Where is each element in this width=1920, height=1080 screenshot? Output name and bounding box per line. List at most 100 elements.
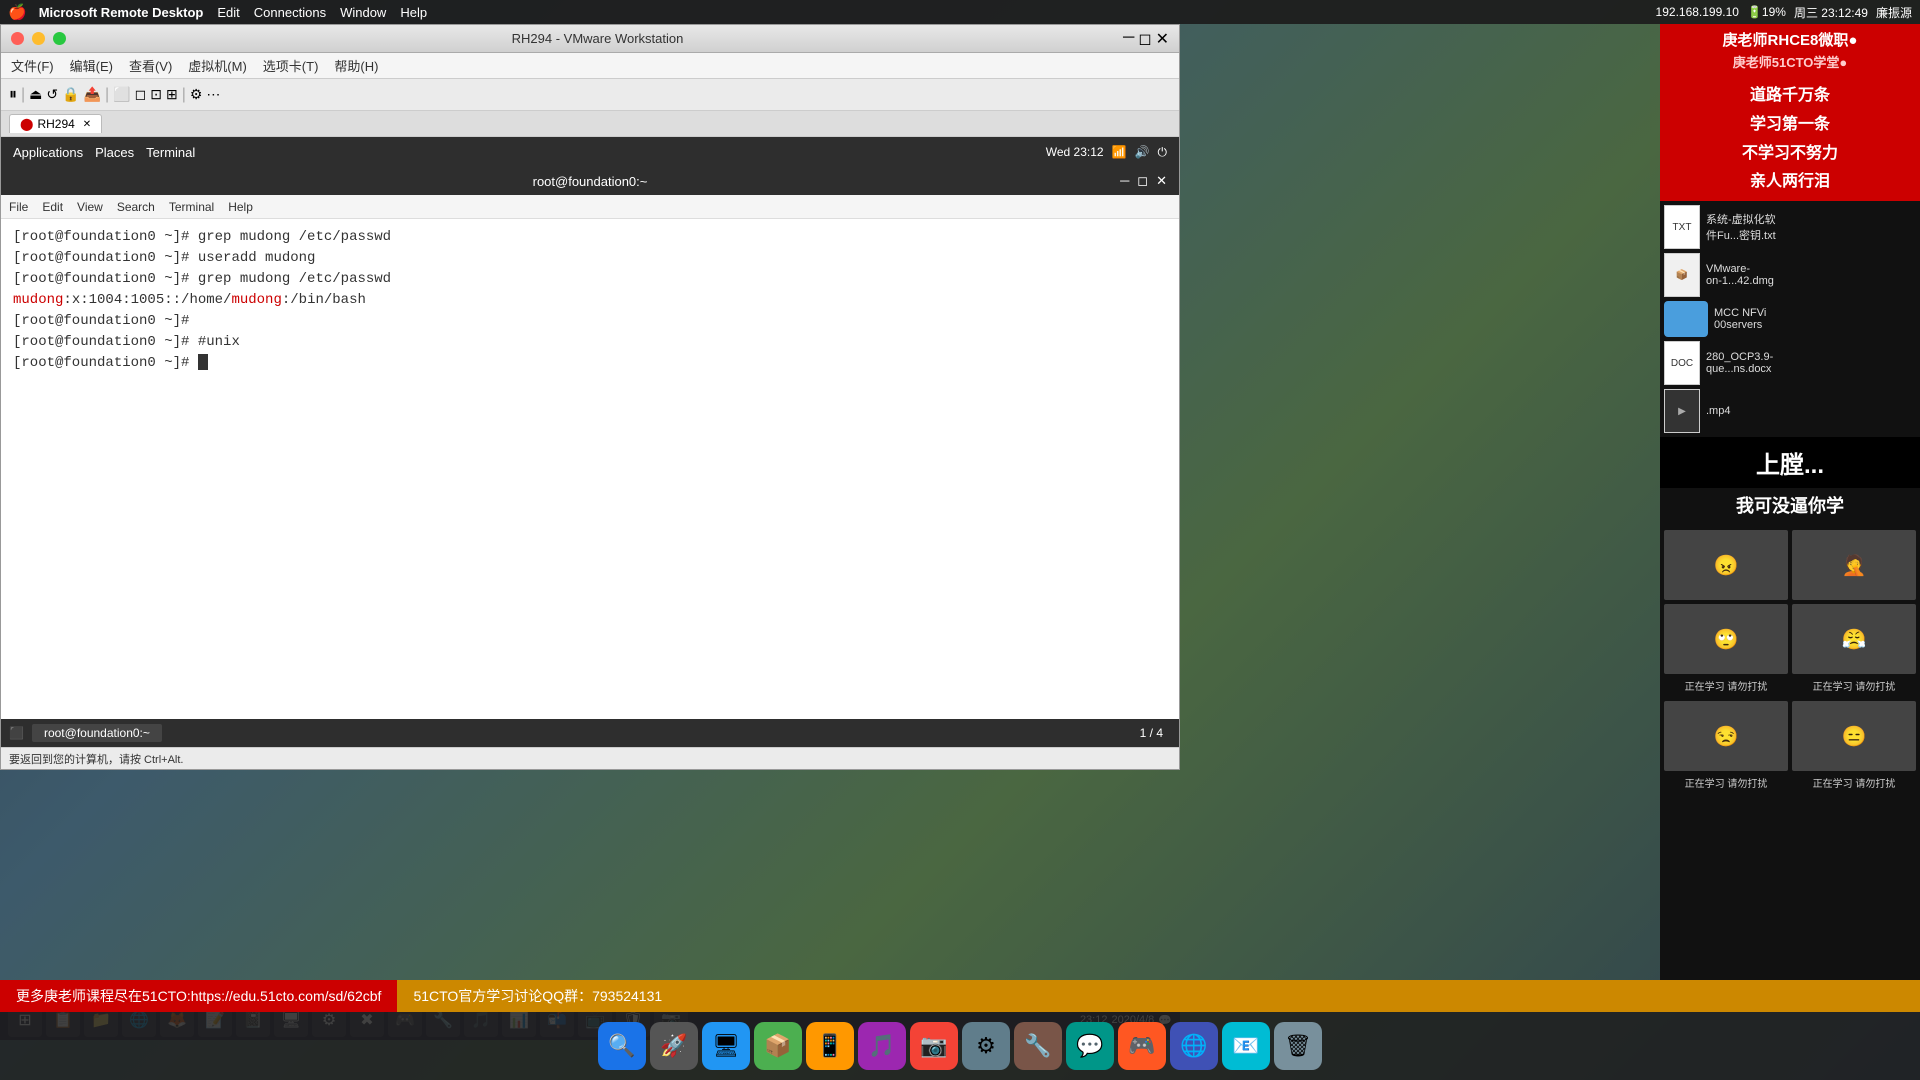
vm-tab-rh294[interactable]: ⬤ RH294 ✕	[9, 114, 102, 133]
vm-tab-label: RH294	[37, 117, 74, 131]
terminal-title: root@foundation0:~	[533, 174, 648, 189]
vmware-winctrl-close[interactable]: ✕	[1156, 29, 1169, 49]
term-menu-view[interactable]: View	[77, 200, 103, 214]
menu-help[interactable]: Help	[400, 5, 427, 20]
slogan-2: 学习第一条	[1664, 111, 1916, 140]
vmware-statusbar: 要返回到您的计算机，请按 Ctrl+Alt.	[1, 747, 1179, 769]
vm-tab-close[interactable]: ✕	[83, 119, 91, 130]
file-item-2: 📦 VMware-on-1...42.dmg	[1664, 253, 1916, 297]
toolbar-eject-icon[interactable]: ⏏	[29, 86, 42, 103]
dock-finder[interactable]: 🔍	[598, 1022, 646, 1070]
terminal-body[interactable]: [root@foundation0 ~]# grep mudong /etc/p…	[1, 219, 1179, 719]
file-icon-4: DOC	[1664, 341, 1700, 385]
maximize-button[interactable]	[53, 32, 66, 45]
menu-window[interactable]: Window	[340, 5, 386, 20]
panel-slogans: 道路千万条 学习第一条 不学习不努力 亲人两行泪	[1660, 78, 1920, 201]
vmware-menu-view[interactable]: 查看(V)	[129, 56, 172, 75]
term-menu-terminal[interactable]: Terminal	[169, 200, 214, 214]
mac-dock: 🔍 🚀 🖥 📦 📱 🎵 📷 ⚙ 🔧 💬 🎮 🌐 📧 🗑	[0, 1012, 1920, 1080]
vm-tab-icon: ⬤	[20, 117, 33, 131]
terminal-statusbar: ⬛ root@foundation0:~ 1 / 4	[1, 719, 1179, 747]
meme-captions-1: 正在学习 请勿打扰 正在学习 请勿打扰	[1660, 678, 1920, 693]
gnome-desktop: Applications Places Terminal Wed 23:12 📶…	[1, 137, 1179, 769]
gnome-power-icon[interactable]: ⏻	[1158, 145, 1168, 160]
gnome-topbar: Applications Places Terminal Wed 23:12 📶…	[1, 137, 1179, 167]
caption-2: 正在学习 请勿打扰	[1792, 678, 1916, 693]
vmware-menu-edit[interactable]: 编辑(E)	[70, 56, 113, 75]
caption-4: 正在学习 请勿打扰	[1792, 775, 1916, 790]
toolbar-more-icon[interactable]: ⋯	[206, 86, 220, 103]
terminal-tab-label[interactable]: root@foundation0:~	[32, 724, 162, 742]
dock-app10[interactable]: 🌐	[1170, 1022, 1218, 1070]
toolbar-layout2-icon[interactable]: ◻	[135, 86, 147, 103]
toolbar-layout-icon[interactable]: ⬜	[113, 86, 130, 103]
vmware-status-text: 要返回到您的计算机，请按 Ctrl+Alt.	[9, 751, 183, 767]
slogan-4: 亲人两行泪	[1664, 168, 1916, 197]
toolbar-refresh-icon[interactable]: ↺	[46, 86, 58, 103]
dock-app4[interactable]: 🎵	[858, 1022, 906, 1070]
term-menu-help[interactable]: Help	[228, 200, 253, 214]
right-panel-header: 庚老师RHCE8微职● 庚老师51CTO学堂●	[1660, 24, 1920, 78]
gnome-places[interactable]: Places	[95, 145, 134, 160]
term-close-button[interactable]: ✕	[1156, 173, 1167, 189]
gnome-terminal-menu[interactable]: Terminal	[146, 145, 195, 160]
file-list: TXT 系统-虚拟化软件Fu...密钥.txt 📦 VMware-on-1...…	[1660, 201, 1920, 437]
gnome-topbar-right: Wed 23:12 📶 🔊 ⏻	[1046, 145, 1167, 160]
dock-app7[interactable]: 🔧	[1014, 1022, 1062, 1070]
vmware-winctrl-max[interactable]: ◻	[1138, 29, 1151, 49]
toolbar-layout4-icon[interactable]: ⊞	[166, 86, 178, 103]
banner-right-text: 51CTO官方学习讨论QQ群：793524131	[397, 980, 1920, 1012]
term-line-1: [root@foundation0 ~]# grep mudong /etc/p…	[13, 227, 1167, 248]
dock-app3[interactable]: 📱	[806, 1022, 854, 1070]
vmware-menu-tabs[interactable]: 选项卡(T)	[263, 56, 319, 75]
term-line-4: mudong:x:1004:1005::/home/mudong:/bin/ba…	[13, 290, 1167, 311]
toolbar-send-icon[interactable]: 📤	[84, 86, 101, 103]
terminal-titlebar: ─ ◻ ✕ root@foundation0:~	[1, 167, 1179, 195]
folder-icon-3	[1664, 301, 1708, 337]
caption-1: 正在学习 请勿打扰	[1664, 678, 1788, 693]
meme-3: 🙄	[1664, 604, 1788, 674]
vmware-winctrl-min[interactable]: ─	[1123, 29, 1134, 49]
menu-remote-desktop[interactable]: Microsoft Remote Desktop	[39, 5, 204, 20]
dock-app6[interactable]: ⚙	[962, 1022, 1010, 1070]
vmware-menu-vm[interactable]: 虚拟机(M)	[188, 56, 247, 75]
toolbar-lock-icon[interactable]: 🔒	[62, 86, 79, 103]
slogan-1: 道路千万条	[1664, 82, 1916, 111]
file-item-3: MCC NFVi00servers	[1664, 301, 1916, 337]
file-label-1: 系统-虚拟化软件Fu...密钥.txt	[1706, 211, 1776, 243]
term-menu-search[interactable]: Search	[117, 200, 155, 214]
vmware-window: RH294 - VMware Workstation ─ ◻ ✕ 文件(F) 编…	[0, 24, 1180, 770]
file-icon-1: TXT	[1664, 205, 1700, 249]
vmware-menu-file[interactable]: 文件(F)	[11, 56, 54, 75]
vmware-toolbar: ⏸ | ⏏ ↺ 🔒 📤 | ⬜ ◻ ⊡ ⊞ | ⚙ ⋯	[1, 79, 1179, 111]
gnome-network-icon[interactable]: 📶	[1112, 145, 1127, 159]
file-label-3: MCC NFVi00servers	[1714, 307, 1766, 331]
dock-app8[interactable]: 💬	[1066, 1022, 1114, 1070]
apple-logo-icon[interactable]: 🍎	[8, 3, 27, 21]
term-maximize-button[interactable]: ◻	[1137, 173, 1148, 189]
toolbar-settings-icon[interactable]: ⚙	[190, 86, 203, 103]
vmware-menu-help[interactable]: 帮助(H)	[334, 56, 378, 75]
dock-trash[interactable]: 🗑	[1274, 1022, 1322, 1070]
gnome-volume-icon[interactable]: 🔊	[1135, 145, 1150, 159]
gnome-applications[interactable]: Applications	[13, 145, 83, 160]
dock-app5[interactable]: 📷	[910, 1022, 958, 1070]
term-menu-edit[interactable]: Edit	[42, 200, 63, 214]
term-menu-file[interactable]: File	[9, 200, 28, 214]
dock-launchpad[interactable]: 🚀	[650, 1022, 698, 1070]
term-minimize-button[interactable]: ─	[1120, 173, 1129, 189]
file-item-5: ▶ .mp4	[1664, 389, 1916, 433]
dock-app1[interactable]: 🖥	[702, 1022, 750, 1070]
file-icon-2: 📦	[1664, 253, 1700, 297]
menu-edit[interactable]: Edit	[217, 5, 239, 20]
menu-connections[interactable]: Connections	[254, 5, 326, 20]
close-button[interactable]	[11, 32, 24, 45]
dock-app2[interactable]: 📦	[754, 1022, 802, 1070]
mac-menubar: 🍎 Microsoft Remote Desktop Edit Connecti…	[0, 0, 1920, 24]
minimize-button[interactable]	[32, 32, 45, 45]
meme-grid-2: 😒 😑	[1660, 697, 1920, 775]
dock-app9[interactable]: 🎮	[1118, 1022, 1166, 1070]
toolbar-pause-icon[interactable]: ⏸	[9, 86, 17, 104]
toolbar-layout3-icon[interactable]: ⊡	[150, 86, 162, 103]
dock-app11[interactable]: 📧	[1222, 1022, 1270, 1070]
